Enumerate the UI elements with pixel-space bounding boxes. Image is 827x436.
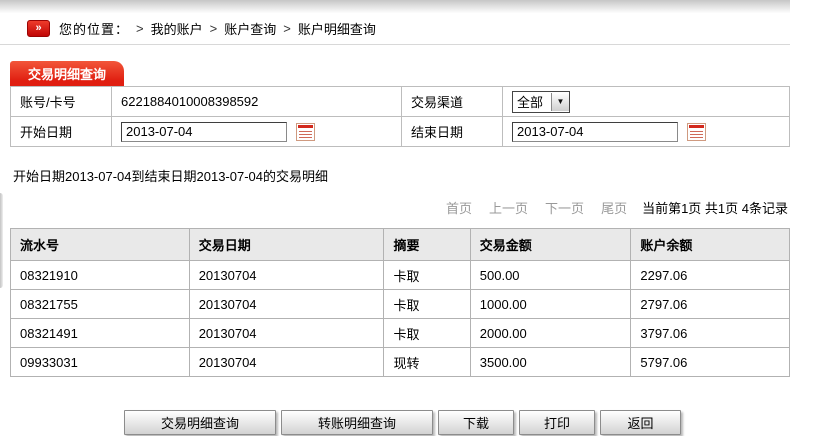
action-button-row: 交易明细查询 转账明细查询 下载 打印 返回	[124, 410, 790, 435]
page-content: » 您的位置： > 我的账户 > 账户查询 > 账户明细查询 交易明细查询 账号…	[0, 0, 790, 435]
start-date-input[interactable]	[121, 122, 287, 142]
calendar-icon[interactable]	[687, 123, 706, 141]
cell-summary: 卡取	[384, 319, 470, 348]
chevron-down-icon[interactable]: ▼	[551, 93, 569, 111]
breadcrumb-marker-icon: »	[27, 20, 50, 37]
breadcrumb-item-my-account[interactable]: 我的账户	[151, 19, 203, 38]
back-button[interactable]: 返回	[600, 410, 681, 435]
cell-balance: 2797.06	[631, 290, 790, 319]
tab-transaction-detail-query[interactable]: 交易明细查询	[10, 61, 124, 86]
cell-amount: 500.00	[470, 261, 631, 290]
col-header-serial: 流水号	[11, 229, 190, 261]
channel-label: 交易渠道	[402, 87, 503, 117]
breadcrumb-separator: >	[283, 21, 291, 36]
cell-summary: 卡取	[384, 261, 470, 290]
print-button[interactable]: 打印	[519, 410, 595, 435]
account-label: 账号/卡号	[11, 87, 112, 117]
transaction-detail-query-button[interactable]: 交易明细查询	[124, 410, 276, 435]
breadcrumb-separator: >	[210, 21, 218, 36]
pagination-prev[interactable]: 上一页	[489, 198, 528, 217]
end-date-label: 结束日期	[402, 117, 503, 147]
col-header-amount: 交易金额	[470, 229, 631, 261]
cell-balance: 3797.06	[631, 319, 790, 348]
cell-amount: 1000.00	[470, 290, 631, 319]
cell-amount: 2000.00	[470, 319, 631, 348]
table-row: 08321491 20130704 卡取 2000.00 3797.06	[11, 319, 790, 348]
result-summary-text: 开始日期2013-07-04到结束日期2013-07-04的交易明细	[13, 166, 790, 185]
breadcrumb-item-account-detail-query: 账户明细查询	[298, 19, 376, 38]
cell-serial: 09933031	[11, 348, 190, 377]
col-header-summary: 摘要	[384, 229, 470, 261]
channel-select[interactable]: 全部 ▼	[512, 91, 570, 113]
cell-date: 20130704	[189, 261, 384, 290]
cell-serial: 08321910	[11, 261, 190, 290]
tab-bar: 交易明细查询	[0, 61, 790, 86]
cell-summary: 现转	[384, 348, 470, 377]
cell-date: 20130704	[189, 319, 384, 348]
table-row: 09933031 20130704 现转 3500.00 5797.06	[11, 348, 790, 377]
breadcrumb-separator: >	[136, 21, 144, 36]
transaction-table: 流水号 交易日期 摘要 交易金额 账户余额 08321910 20130704 …	[10, 228, 790, 377]
cell-balance: 2297.06	[631, 261, 790, 290]
cell-date: 20130704	[189, 290, 384, 319]
end-date-input[interactable]	[512, 122, 678, 142]
breadcrumb-prefix: 您的位置：	[59, 19, 129, 38]
download-button[interactable]: 下载	[438, 410, 514, 435]
table-header-row: 流水号 交易日期 摘要 交易金额 账户余额	[11, 229, 790, 261]
transfer-detail-query-button[interactable]: 转账明细查询	[281, 410, 433, 435]
account-number-value: 6221884010008398592	[112, 87, 402, 117]
query-form: 账号/卡号 6221884010008398592 交易渠道 全部 ▼ 开始日期…	[10, 86, 790, 147]
col-header-balance: 账户余额	[631, 229, 790, 261]
table-row: 08321910 20130704 卡取 500.00 2297.06	[11, 261, 790, 290]
cell-serial: 08321491	[11, 319, 190, 348]
pagination-info: 当前第1页 共1页 4条记录	[642, 198, 788, 217]
cell-date: 20130704	[189, 348, 384, 377]
left-edge-artifact	[0, 193, 3, 288]
calendar-icon[interactable]	[296, 123, 315, 141]
cell-amount: 3500.00	[470, 348, 631, 377]
top-gradient-strip	[0, 0, 790, 13]
col-header-date: 交易日期	[189, 229, 384, 261]
pagination: 首页 上一页 下一页 尾页 当前第1页 共1页 4条记录	[0, 198, 790, 217]
cell-serial: 08321755	[11, 290, 190, 319]
table-row: 08321755 20130704 卡取 1000.00 2797.06	[11, 290, 790, 319]
breadcrumb-item-account-query[interactable]: 账户查询	[224, 19, 276, 38]
pagination-next[interactable]: 下一页	[545, 198, 584, 217]
breadcrumb: » 您的位置： > 我的账户 > 账户查询 > 账户明细查询	[0, 13, 790, 45]
cell-summary: 卡取	[384, 290, 470, 319]
pagination-first[interactable]: 首页	[446, 198, 472, 217]
channel-selected-value: 全部	[513, 92, 551, 111]
cell-balance: 5797.06	[631, 348, 790, 377]
start-date-label: 开始日期	[11, 117, 112, 147]
pagination-last[interactable]: 尾页	[601, 198, 627, 217]
